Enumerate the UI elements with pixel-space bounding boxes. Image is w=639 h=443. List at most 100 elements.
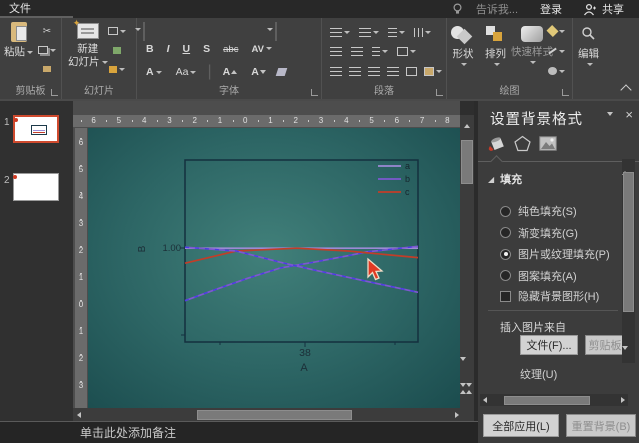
decrease-indent-button[interactable] xyxy=(330,43,342,61)
animation-indicator xyxy=(14,118,18,122)
bold-button[interactable]: B xyxy=(143,43,157,55)
vertical-scroll-thumb[interactable] xyxy=(461,140,473,184)
font-buttons-row2: A Aa | A A xyxy=(143,63,286,81)
scroll-left-arrow[interactable] xyxy=(77,412,81,418)
ribbon-tab[interactable]: 文件 xyxy=(0,0,73,16)
insert-from-clipboard-button[interactable]: 剪贴板 xyxy=(585,335,625,355)
shapes-button[interactable]: 形状 xyxy=(451,26,475,66)
format-painter-button[interactable] xyxy=(38,62,56,76)
new-slide-button[interactable]: ✦ 新建 幻灯片 xyxy=(68,23,108,69)
section-button[interactable] xyxy=(108,62,126,76)
apply-to-all-button[interactable]: 全部应用(L) xyxy=(483,414,559,437)
slide-thumbnail[interactable]: 1 xyxy=(0,115,73,159)
group-label-slides: 幻灯片 xyxy=(62,82,136,97)
reset-background-button[interactable]: 重置背景(B) xyxy=(566,414,636,437)
editing-button[interactable]: 编辑 xyxy=(578,26,599,66)
shape-fill-button[interactable] xyxy=(547,24,565,38)
font-dialog-launcher[interactable] xyxy=(311,89,318,96)
next-slide-button[interactable] xyxy=(460,387,474,405)
bullets-button[interactable] xyxy=(330,24,350,42)
sign-in-button[interactable]: 登录 xyxy=(531,1,571,17)
panel-scroll-left[interactable] xyxy=(483,397,487,403)
tabbar-right: 告诉我... 登录 共享 xyxy=(452,0,639,18)
shape-effects-button[interactable] xyxy=(547,64,565,78)
font-size-combo[interactable] xyxy=(275,22,277,41)
align-left-button[interactable] xyxy=(330,63,342,81)
panel-close-button[interactable]: × xyxy=(625,107,633,122)
align-center-button[interactable] xyxy=(349,63,361,81)
arrange-button[interactable]: 排列 xyxy=(485,26,506,66)
layout-button[interactable] xyxy=(108,24,126,38)
cut-button[interactable]: ✂ xyxy=(38,24,56,38)
fill-option-radio[interactable]: 渐变填充(G) xyxy=(500,227,610,239)
fill-option-radio[interactable]: 图案填充(A) xyxy=(500,270,610,282)
clipboard-dialog-launcher[interactable] xyxy=(51,89,58,96)
strikethrough-button[interactable]: abc xyxy=(220,44,241,55)
radio-icon xyxy=(500,227,511,238)
font-name-combo[interactable] xyxy=(143,22,145,41)
clear-formatting-button[interactable] xyxy=(277,63,286,81)
change-case-button[interactable]: Aa xyxy=(173,66,200,78)
vertical-scrollbar[interactable] xyxy=(460,115,474,408)
thumbnail-mini-chart xyxy=(31,125,47,135)
character-spacing-button[interactable]: AV xyxy=(248,44,275,55)
paragraph-row1 xyxy=(330,24,431,42)
horizontal-scroll-thumb[interactable] xyxy=(197,410,352,420)
search-icon xyxy=(581,26,596,44)
paste-button[interactable]: 粘贴 xyxy=(4,22,33,59)
fill-section-header[interactable]: ◢ 填充 xyxy=(488,171,522,187)
copy-button[interactable] xyxy=(38,43,56,57)
insert-from-file-button[interactable]: 文件(F)... xyxy=(520,335,578,355)
fill-option-radio[interactable]: 纯色填充(S) xyxy=(500,205,610,217)
reset-slide-button[interactable] xyxy=(108,43,126,57)
columns-button[interactable] xyxy=(414,24,431,42)
paragraph-dialog-launcher[interactable] xyxy=(436,89,443,96)
smartart-convert-button[interactable] xyxy=(424,63,442,81)
align-text-button[interactable] xyxy=(397,43,416,61)
share-button[interactable]: 共享 xyxy=(600,1,633,17)
increase-font-button[interactable]: A xyxy=(220,66,241,78)
numbering-button[interactable] xyxy=(359,24,379,42)
text-shadow-button[interactable]: S xyxy=(200,43,213,55)
panel-vertical-scrollbar[interactable] xyxy=(622,159,635,363)
justify-button[interactable] xyxy=(387,63,399,81)
hide-background-checkbox[interactable]: 隐藏背景图形(H) xyxy=(500,288,599,304)
panel-scroll-down[interactable] xyxy=(622,350,635,362)
italic-button[interactable]: I xyxy=(164,43,173,55)
line-spacing-button[interactable] xyxy=(388,24,405,42)
add-remove-columns-button[interactable] xyxy=(406,63,417,81)
chart[interactable]: 1.00 B 38 A a b c xyxy=(88,128,460,408)
scroll-right-arrow[interactable] xyxy=(455,412,459,418)
panel-menu-dropdown[interactable] xyxy=(607,112,613,116)
effects-tab[interactable] xyxy=(512,133,532,153)
y-axis-label: B xyxy=(137,245,148,252)
fill-tab[interactable] xyxy=(486,133,506,153)
slide[interactable]: 1.00 B 38 A a b c xyxy=(88,128,460,408)
notes-pane[interactable]: 单击此处添加备注 xyxy=(0,421,478,443)
drawing-dialog-launcher[interactable] xyxy=(562,89,569,96)
collapse-ribbon-button[interactable] xyxy=(620,84,631,95)
fill-option-radio[interactable]: 图片或纹理填充(P) xyxy=(500,248,610,260)
group-paragraph: 段落 xyxy=(322,18,447,99)
underline-button[interactable]: U xyxy=(180,43,194,55)
slide-thumbnail[interactable]: 2 xyxy=(0,173,73,217)
picture-tab[interactable] xyxy=(538,133,558,153)
scroll-up-arrow[interactable] xyxy=(460,115,474,127)
notes-placeholder[interactable]: 单击此处添加备注 xyxy=(80,424,176,441)
group-font: B I U S abc AV A Aa | A A 字体 xyxy=(137,18,322,99)
horizontal-scrollbar[interactable] xyxy=(73,408,475,421)
decrease-font-button[interactable]: A xyxy=(248,66,269,78)
increase-indent-button[interactable] xyxy=(351,43,363,61)
tell-me-box[interactable]: 告诉我... xyxy=(467,1,527,17)
panel-scroll-up[interactable] xyxy=(622,159,635,170)
align-right-button[interactable] xyxy=(368,63,380,81)
group-editing: 编辑 xyxy=(573,18,613,99)
panel-hscroll-thumb[interactable] xyxy=(504,396,590,405)
panel-scroll-right[interactable] xyxy=(621,397,625,403)
panel-horizontal-scrollbar[interactable] xyxy=(480,394,628,406)
font-color-button[interactable]: A xyxy=(143,66,165,78)
new-slide-icon: ✦ xyxy=(77,23,99,39)
shape-outline-button[interactable] xyxy=(547,44,565,58)
text-direction-button[interactable] xyxy=(372,43,388,61)
panel-scroll-thumb[interactable] xyxy=(623,172,634,312)
